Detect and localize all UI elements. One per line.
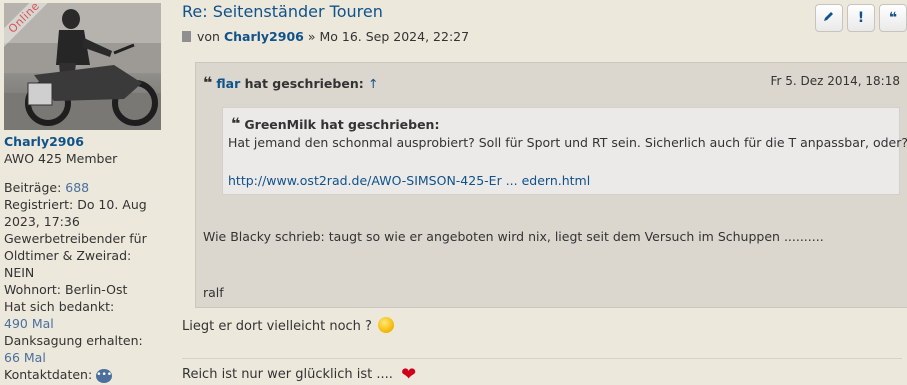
profile-field-trader: Gewerbetreibender für Oldtimer & Zweirad… [4,230,164,281]
profile-rank: AWO 425 Member [4,151,118,166]
post-buttons: ! ❝ [811,4,907,32]
jump-to-post-arrow-icon[interactable]: ↑ [368,76,378,91]
quote-block: ❝ flar hat geschrieben: ↑ Fr 5. Dez 2014,… [195,62,907,308]
field-label: Wohnort: [4,282,62,297]
nested-quote-wrote-label: hat geschrieben: [320,117,440,132]
nested-quote-text: Hat jemand den schonmal ausprobiert? Sol… [228,135,907,150]
profile-field-location: Wohnort: Berlin-Ost [4,281,164,298]
date-separator: » [307,29,316,44]
quote-mark-icon: ❝ [231,114,241,133]
thanks-received-link[interactable]: 66 Mal [4,350,46,365]
author-prefix: von [197,29,220,44]
quote-author-link[interactable]: flar [216,76,240,91]
profile-details: Beiträge: 688 Registriert: Do 10. Aug 20… [4,179,164,383]
profile-username[interactable]: Charly2906 [4,134,84,149]
quote-mark-icon: ❝ [203,73,213,92]
post-author-line: von Charly2906 » Mo 16. Sep 2024, 22:27 [182,29,469,44]
heart-icon: ❤ [401,364,417,385]
field-label: Beiträge: [4,180,62,195]
signature-divider [182,358,902,359]
exclamation-icon: ! [857,10,865,26]
quote-wrote-label: hat geschrieben: [244,76,364,91]
quote-header: ❝ flar hat geschrieben: ↑ [203,73,379,92]
edit-button[interactable] [815,4,843,32]
nested-quote-header: ❝ GreenMilk hat geschrieben: [231,114,439,133]
quote-body-text: Wie Blacky schrieb: taugt so wie er ange… [203,229,824,244]
wink-smiley-icon [378,317,395,333]
signature-text: Reich ist nur wer glücklich ist .... [182,367,393,382]
post-date: Mo 16. Sep 2024, 22:27 [319,29,470,44]
post-text-content: Liegt er dort vielleicht noch ? [182,319,372,334]
post-body: Re: Seitenständer Touren von Charly2906 … [170,0,907,385]
nested-quote-block: ❝ GreenMilk hat geschrieben: Hat jemand d… [222,107,907,195]
post-title[interactable]: Re: Seitenständer Touren [182,2,383,21]
field-value: NEIN [4,265,35,280]
profile-field-registered: Registriert: Do 10. Aug 2023, 17:36 [4,196,164,230]
posts-count-link[interactable]: 688 [65,180,89,195]
nested-quote-link[interactable]: http://www.ost2rad.de/AWO-SIMSON-425-Er … [228,173,590,188]
user-signature: Reich ist nur wer glücklich ist .... ❤ [182,364,416,385]
quote-button[interactable]: ❝ [879,4,907,32]
report-button[interactable]: ! [847,4,875,32]
quote-date: Fr 5. Dez 2014, 18:18 [770,74,900,88]
post-file-icon[interactable] [182,31,191,42]
user-avatar[interactable]: Online [4,3,161,130]
quote-signature: ralf [203,285,224,300]
field-label: Gewerbetreibender für Oldtimer & Zweirad… [4,231,147,263]
profile-field-thanks-given: Hat sich bedankt: 490 Mal [4,298,164,332]
field-label: Hat sich bedankt: [4,299,115,314]
post-profile: Online Charly2906 AWO 425 Member Beiträg… [0,0,170,383]
profile-field-posts: Beiträge: 688 [4,179,164,196]
contact-icon[interactable]: ••• [96,368,113,383]
thanks-given-link[interactable]: 490 Mal [4,316,54,331]
field-label: Kontaktdaten: [4,367,93,382]
nested-quote-author: GreenMilk [244,117,316,132]
field-label: Registriert: [4,197,74,212]
profile-field-contact: Kontaktdaten: ••• [4,366,164,383]
quote-icon: ❝ [888,10,898,26]
field-label: Danksagung erhalten: [4,333,143,348]
pencil-icon [824,12,833,21]
profile-field-thanks-received: Danksagung erhalten: 66 Mal [4,332,164,366]
field-value: Berlin-Ost [65,282,128,297]
post-author-link[interactable]: Charly2906 [224,29,304,44]
post-text: Liegt er dort vielleicht noch ? [182,317,395,334]
